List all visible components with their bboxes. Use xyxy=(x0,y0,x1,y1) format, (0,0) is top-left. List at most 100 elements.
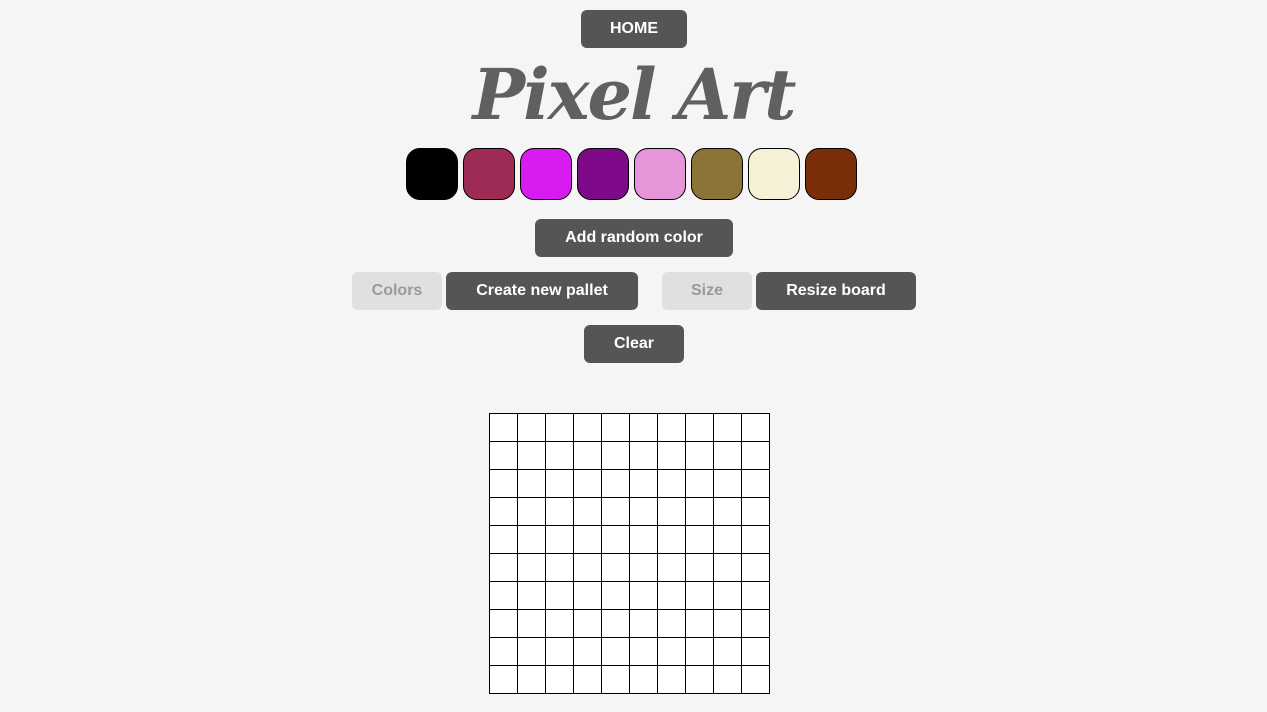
pixel-cell[interactable] xyxy=(685,553,714,582)
pixel-cell[interactable] xyxy=(657,469,686,498)
pixel-cell[interactable] xyxy=(629,581,658,610)
pixel-cell[interactable] xyxy=(713,553,742,582)
pixel-cell[interactable] xyxy=(601,637,630,666)
pixel-cell[interactable] xyxy=(545,441,574,470)
pixel-cell[interactable] xyxy=(685,413,714,442)
color-swatch[interactable] xyxy=(691,148,743,200)
home-button[interactable]: HOME xyxy=(581,10,687,48)
pixel-cell[interactable] xyxy=(601,441,630,470)
pixel-cell[interactable] xyxy=(657,441,686,470)
pixel-cell[interactable] xyxy=(685,581,714,610)
pixel-cell[interactable] xyxy=(545,609,574,638)
pixel-cell[interactable] xyxy=(573,413,602,442)
pixel-cell[interactable] xyxy=(573,637,602,666)
pixel-cell[interactable] xyxy=(741,637,770,666)
pixel-cell[interactable] xyxy=(657,525,686,554)
pixel-cell[interactable] xyxy=(573,581,602,610)
pixel-cell[interactable] xyxy=(545,665,574,694)
pixel-cell[interactable] xyxy=(489,525,518,554)
pixel-cell[interactable] xyxy=(545,413,574,442)
pixel-cell[interactable] xyxy=(685,525,714,554)
pixel-cell[interactable] xyxy=(713,581,742,610)
pixel-cell[interactable] xyxy=(573,553,602,582)
pixel-cell[interactable] xyxy=(489,581,518,610)
pixel-cell[interactable] xyxy=(545,581,574,610)
pixel-cell[interactable] xyxy=(629,665,658,694)
pixel-cell[interactable] xyxy=(629,441,658,470)
pixel-cell[interactable] xyxy=(741,609,770,638)
pixel-cell[interactable] xyxy=(685,469,714,498)
pixel-cell[interactable] xyxy=(545,525,574,554)
pixel-cell[interactable] xyxy=(601,609,630,638)
pixel-cell[interactable] xyxy=(741,469,770,498)
pixel-cell[interactable] xyxy=(629,469,658,498)
pixel-cell[interactable] xyxy=(629,525,658,554)
pixel-cell[interactable] xyxy=(741,413,770,442)
clear-button[interactable]: Clear xyxy=(584,325,684,363)
pixel-cell[interactable] xyxy=(685,609,714,638)
pixel-cell[interactable] xyxy=(713,609,742,638)
pixel-cell[interactable] xyxy=(517,469,546,498)
pixel-cell[interactable] xyxy=(545,469,574,498)
pixel-cell[interactable] xyxy=(741,525,770,554)
pixel-cell[interactable] xyxy=(489,553,518,582)
pixel-cell[interactable] xyxy=(741,581,770,610)
pixel-cell[interactable] xyxy=(517,497,546,526)
create-new-pallet-button[interactable]: Create new pallet xyxy=(446,272,638,310)
pixel-cell[interactable] xyxy=(741,553,770,582)
pixel-cell[interactable] xyxy=(713,665,742,694)
color-swatch[interactable] xyxy=(406,148,458,200)
pixel-cell[interactable] xyxy=(657,497,686,526)
color-swatch[interactable] xyxy=(634,148,686,200)
pixel-cell[interactable] xyxy=(573,525,602,554)
pixel-cell[interactable] xyxy=(489,609,518,638)
pixel-cell[interactable] xyxy=(657,637,686,666)
pixel-cell[interactable] xyxy=(713,637,742,666)
resize-board-button[interactable]: Resize board xyxy=(756,272,916,310)
color-swatch[interactable] xyxy=(805,148,857,200)
pixel-cell[interactable] xyxy=(545,497,574,526)
pixel-cell[interactable] xyxy=(741,441,770,470)
pixel-cell[interactable] xyxy=(629,497,658,526)
pixel-cell[interactable] xyxy=(517,413,546,442)
pixel-cell[interactable] xyxy=(657,553,686,582)
pixel-cell[interactable] xyxy=(517,637,546,666)
pixel-cell[interactable] xyxy=(489,665,518,694)
add-random-color-button[interactable]: Add random color xyxy=(535,219,733,257)
pixel-cell[interactable] xyxy=(685,441,714,470)
pixel-cell[interactable] xyxy=(489,637,518,666)
pixel-cell[interactable] xyxy=(573,497,602,526)
colors-input[interactable] xyxy=(352,272,442,310)
color-swatch[interactable] xyxy=(463,148,515,200)
pixel-cell[interactable] xyxy=(573,441,602,470)
pixel-cell[interactable] xyxy=(601,553,630,582)
pixel-cell[interactable] xyxy=(489,497,518,526)
pixel-cell[interactable] xyxy=(517,581,546,610)
pixel-cell[interactable] xyxy=(545,553,574,582)
pixel-cell[interactable] xyxy=(601,413,630,442)
pixel-cell[interactable] xyxy=(685,665,714,694)
color-swatch[interactable] xyxy=(577,148,629,200)
pixel-cell[interactable] xyxy=(657,665,686,694)
pixel-cell[interactable] xyxy=(601,581,630,610)
pixel-cell[interactable] xyxy=(601,665,630,694)
color-swatch[interactable] xyxy=(748,148,800,200)
pixel-cell[interactable] xyxy=(713,441,742,470)
pixel-cell[interactable] xyxy=(685,637,714,666)
pixel-cell[interactable] xyxy=(657,609,686,638)
pixel-cell[interactable] xyxy=(489,441,518,470)
pixel-cell[interactable] xyxy=(685,497,714,526)
pixel-cell[interactable] xyxy=(741,665,770,694)
pixel-cell[interactable] xyxy=(629,413,658,442)
pixel-cell[interactable] xyxy=(517,609,546,638)
pixel-cell[interactable] xyxy=(573,469,602,498)
pixel-cell[interactable] xyxy=(713,497,742,526)
pixel-cell[interactable] xyxy=(657,413,686,442)
pixel-cell[interactable] xyxy=(517,665,546,694)
pixel-cell[interactable] xyxy=(713,413,742,442)
pixel-cell[interactable] xyxy=(517,553,546,582)
pixel-cell[interactable] xyxy=(517,441,546,470)
pixel-cell[interactable] xyxy=(629,609,658,638)
pixel-cell[interactable] xyxy=(489,469,518,498)
pixel-cell[interactable] xyxy=(713,469,742,498)
